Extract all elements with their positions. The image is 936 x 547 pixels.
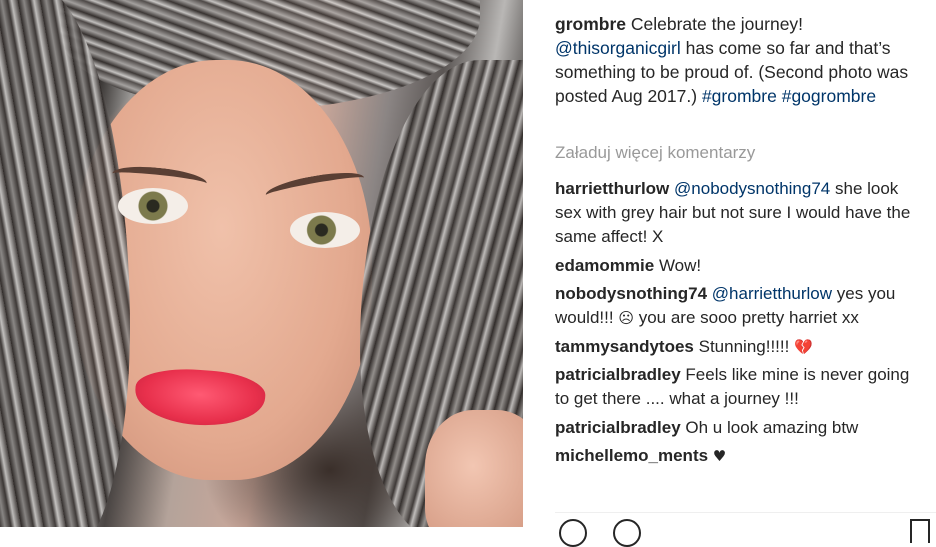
comment-list: harrietthurlow @nobodysnothing74 she loo… [555,177,925,473]
comments-panel: grombre Celebrate the journey! @thisorga… [523,0,936,547]
comment: harrietthurlow @nobodysnothing74 she loo… [555,177,925,249]
comment: nobodysnothing74 @harrietthurlow yes you… [555,282,925,330]
hand [425,410,523,527]
comment-username[interactable]: michellemo_ments [555,446,708,465]
comment-text: you are sooo pretty harriet xx [638,308,859,327]
post-actions-bar [555,512,936,547]
speech-bubble-icon[interactable] [613,519,641,547]
comment-text: Wow! [658,255,702,275]
comment-mention[interactable]: @nobodysnothing74 [674,179,830,198]
sad-face-emoji-icon: ☹ [618,309,634,327]
comment: patricialbradley Oh u look amazing btw [555,416,925,440]
post-photo[interactable] [0,0,523,527]
comment-username[interactable]: nobodysnothing74 [555,284,707,303]
comment: tammysandytoes Stunning!!!!! 💔 [555,335,925,359]
broken-heart-emoji-icon: 💔 [794,337,813,356]
comment: patricialbradley Feels like mine is neve… [555,363,925,411]
post-caption: grombre Celebrate the journey! @thisorga… [555,12,925,108]
load-more-comments-link[interactable]: Załaduj więcej komentarzy [555,143,755,163]
instagram-post: grombre Celebrate the journey! @thisorga… [0,0,936,547]
comment-username[interactable]: patricialbradley [555,365,681,384]
comment-username[interactable]: patricialbradley [555,418,681,437]
comment: edamommie Wow! [555,254,925,278]
right-eye [290,212,360,248]
caption-hashtag-gogrombre[interactable]: #gogrombre [782,86,876,106]
comment-text: Stunning!!!!! [698,336,790,356]
comment: michellemo_ments ♥ [555,444,925,468]
comment-text: Oh u look amazing btw [685,417,859,437]
black-heart-emoji-icon: ♥ [712,447,727,465]
caption-hashtag-grombre[interactable]: #grombre [702,86,777,106]
comment-username[interactable]: edamommie [555,256,654,275]
caption-mention[interactable]: @thisorganicgirl [555,38,681,58]
bookmark-icon[interactable] [910,519,930,543]
comment-mention[interactable]: @harrietthurlow [712,284,832,303]
comment-username[interactable]: harrietthurlow [555,179,669,198]
comment-username[interactable]: tammysandytoes [555,337,694,356]
caption-text-1: Celebrate the journey! [630,14,804,34]
heart-outline-icon[interactable] [559,519,587,547]
left-eye [118,188,188,224]
caption-username[interactable]: grombre [555,14,626,34]
